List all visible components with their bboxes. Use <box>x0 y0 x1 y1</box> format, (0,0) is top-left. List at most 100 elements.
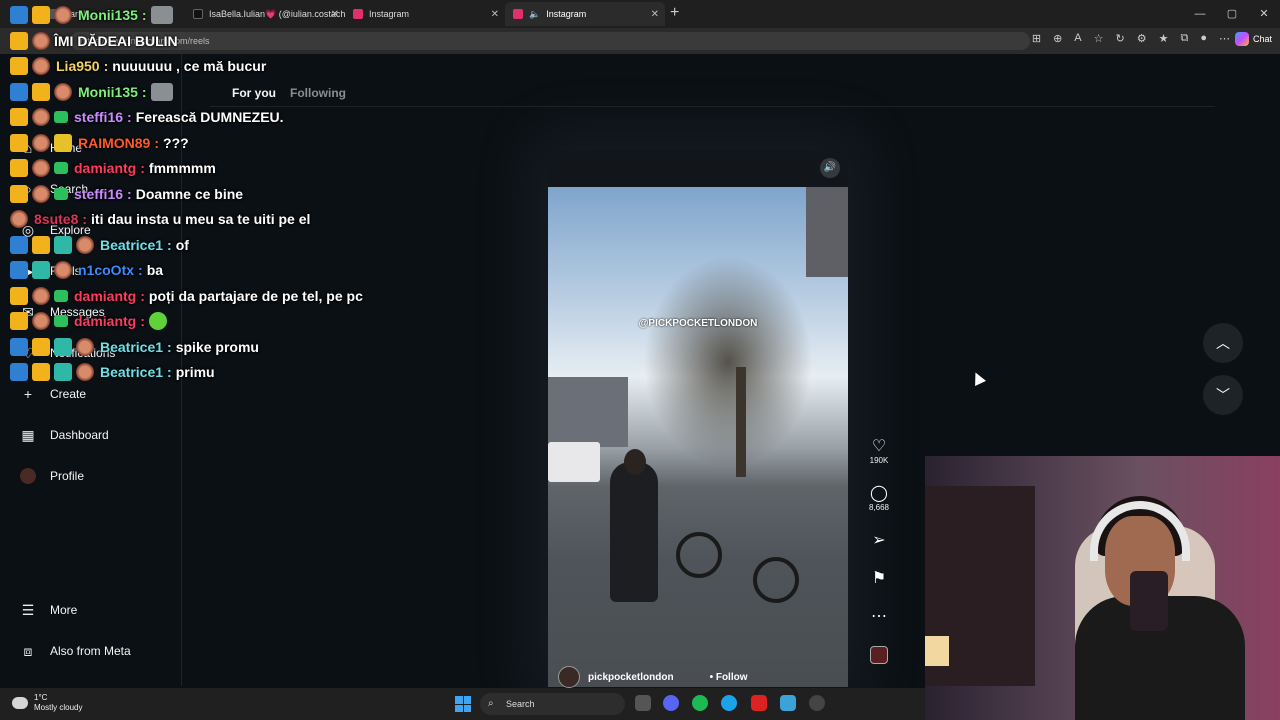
previous-reel-button[interactable]: ︿ <box>1203 323 1243 363</box>
apps-icon[interactable]: ⊞ <box>1032 32 1041 45</box>
tab-for-you[interactable]: For you <box>232 86 276 100</box>
task-view-icon[interactable] <box>635 695 651 711</box>
sidebar-item-more[interactable]: ☰ More <box>20 602 78 618</box>
sidebar-item-dashboard[interactable]: ▦ Dashboard <box>20 426 108 443</box>
chat-message: Monii135: <box>10 4 173 26</box>
edge-icon[interactable] <box>721 695 737 711</box>
volume-icon[interactable]: 🔊 <box>820 158 840 178</box>
app-icon[interactable] <box>751 695 767 711</box>
follow-button[interactable]: • Follow <box>710 672 748 683</box>
audio-thumbnail[interactable] <box>870 646 888 664</box>
collections-icon[interactable]: ⧉ <box>1180 32 1188 45</box>
chat-message: ÎMI DĂDEAI BULIN <box>10 30 178 52</box>
video-tree <box>736 367 746 477</box>
refresh-icon[interactable]: ↻ <box>1116 32 1125 45</box>
chat-message: damiantg: fmmmmm <box>10 157 216 179</box>
instagram-icon <box>513 9 523 19</box>
teal-badge-icon <box>54 363 72 381</box>
cloud-icon <box>12 697 28 709</box>
chat-text: poți da partajare de pe tel, pe pc <box>148 287 363 304</box>
sidebar-item-create[interactable]: + Create <box>20 386 86 402</box>
chevron-down-icon: ﹀ <box>1216 387 1230 403</box>
green-badge-icon <box>54 315 68 327</box>
chat-separator: : <box>140 313 145 329</box>
copilot-chat-button[interactable]: Chat <box>1234 32 1272 46</box>
emote-icon <box>150 82 173 101</box>
chat-separator: : <box>138 262 143 278</box>
reel-video[interactable]: @PICKPOCKETLONDON <box>548 187 848 687</box>
browser-tab[interactable]: Instagram ✕ <box>345 2 505 26</box>
browser-tab-bar: Part II... IsaBella.Iulian💗 (@iulian.cos… <box>0 0 1280 28</box>
crown-badge-icon <box>32 363 50 381</box>
headset-icon <box>1090 501 1190 561</box>
browser-toolbar: ⊞ ⊕ A ☆ ↻ ⚙ ★ ⧉ ● ⋯ <box>1032 32 1230 45</box>
chat-text: of <box>175 236 189 253</box>
taskbar-search[interactable]: ⌕ Search <box>480 693 625 715</box>
read-aloud-icon[interactable]: A <box>1074 32 1081 45</box>
share-button[interactable]: ➢ <box>872 532 885 570</box>
windows-start-icon[interactable] <box>455 696 471 712</box>
browser-tab[interactable]: IsaBella.Iulian💗 (@iulian.costache) ✕ <box>185 2 345 26</box>
file-explorer-icon[interactable] <box>780 695 796 711</box>
sidebar-item-profile[interactable]: Profile <box>20 468 84 484</box>
chat-separator: : <box>141 7 147 23</box>
favorites-icon[interactable]: ★ <box>1159 32 1169 45</box>
more-options-button[interactable]: ⋯ <box>871 608 887 640</box>
blue-badge-icon <box>10 82 28 101</box>
sidebar-item-also-from-meta[interactable]: ⧈ Also from Meta <box>20 643 131 659</box>
close-icon[interactable]: ✕ <box>331 9 339 20</box>
maximize-icon[interactable]: ▢ <box>1216 0 1248 28</box>
extensions-icon[interactable]: ⚙ <box>1137 32 1147 45</box>
close-icon[interactable]: ✕ <box>491 9 499 20</box>
reel-player[interactable]: 🔊 @PICKPOCKETLONDON pickpocketlondon • F… <box>548 150 848 690</box>
comment-button[interactable]: ◯ 8,668 <box>869 485 889 532</box>
discord-icon[interactable] <box>663 695 679 711</box>
browser-tab-active[interactable]: 🔈 Instagram ✕ <box>505 2 665 26</box>
next-reel-button[interactable]: ﹀ <box>1203 375 1243 415</box>
tab-following[interactable]: Following <box>290 86 346 100</box>
bookmark-icon: ⚑ <box>871 570 887 587</box>
chat-username: steffi16 <box>74 185 124 202</box>
like-button[interactable]: ♡ 190K <box>870 438 889 485</box>
obs-icon[interactable] <box>809 695 825 711</box>
url-input[interactable]: https://www.instagram.com/reels <box>70 32 1030 50</box>
face-badge-icon <box>76 235 94 254</box>
close-window-icon[interactable]: ✕ <box>1248 0 1280 28</box>
dashboard-icon: ▦ <box>21 426 35 443</box>
weather-description: Mostly cloudy <box>34 703 83 712</box>
chat-text: ??? <box>163 134 189 151</box>
chat-separator: : <box>82 211 88 227</box>
crown-badge-icon <box>32 337 50 356</box>
new-tab-button[interactable]: + <box>670 4 679 22</box>
minimize-icon[interactable]: — <box>1184 0 1216 28</box>
chat-message: Beatrice1: spike promu <box>10 336 259 358</box>
webcam-lamp <box>925 636 949 666</box>
more-icon[interactable]: ⋯ <box>1219 32 1230 45</box>
author-avatar[interactable] <box>558 666 580 688</box>
spotify-icon[interactable] <box>692 695 708 711</box>
chat-separator: : <box>141 83 147 100</box>
tab-title: IsaBella.Iulian💗 (@iulian.costache) <box>209 8 345 19</box>
tiktok-icon <box>193 9 203 19</box>
blue-badge-icon <box>10 261 28 279</box>
crown-badge-icon <box>10 31 28 50</box>
copilot-icon <box>1234 32 1249 46</box>
crown-badge-icon <box>10 108 28 126</box>
crown-badge-icon <box>10 184 28 203</box>
crown-badge-icon <box>32 235 50 254</box>
chat-separator: : <box>127 185 132 202</box>
favorite-star-icon[interactable]: ☆ <box>1094 32 1104 45</box>
chat-text: ba <box>146 262 164 278</box>
author-name[interactable]: pickpocketlondon <box>588 672 674 683</box>
blue-badge-icon <box>10 235 28 254</box>
profile-icon[interactable]: ● <box>1200 32 1207 45</box>
save-button[interactable]: ⚑ <box>872 570 886 608</box>
zoom-icon[interactable]: ⊕ <box>1053 32 1062 45</box>
blue-badge-icon <box>10 6 28 24</box>
close-icon[interactable]: ✕ <box>651 9 659 20</box>
face-badge-icon <box>10 210 28 228</box>
crown-badge-icon <box>32 6 50 24</box>
address-bar-row: https://www.instagram.com/reels ⊞ ⊕ A ☆ … <box>0 28 1280 54</box>
weather-widget[interactable]: 1°C Mostly cloudy <box>12 693 82 713</box>
comment-count: 8,668 <box>868 503 890 512</box>
